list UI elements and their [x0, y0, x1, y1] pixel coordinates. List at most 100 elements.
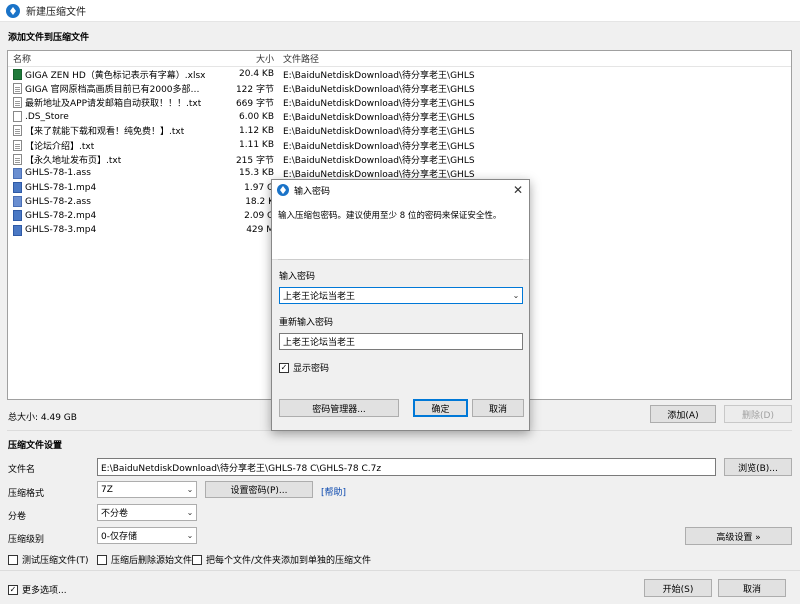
dialog-description: 输入压缩包密码。建议使用至少 8 位的密码来保证安全性。 [278, 211, 502, 221]
file-name: GIGA ZEN HD（黄色标记表示有字幕）.xlsx [25, 70, 206, 81]
text-file-icon [13, 153, 22, 165]
dialog-title: 输入密码 [294, 186, 331, 197]
format-select[interactable]: 7Z ⌄ [97, 481, 197, 498]
ok-button[interactable]: 确定 [413, 399, 468, 417]
password-dialog: 输入密码 ✕ 输入压缩包密码。建议使用至少 8 位的密码来保证安全性。 输入密码… [271, 179, 530, 431]
file-name: .DS_Store [25, 111, 69, 122]
column-size[interactable]: 大小 [208, 52, 280, 65]
level-label: 压缩级别 [8, 535, 45, 545]
delete-source-label: 压缩后删除源始文件 [111, 556, 193, 566]
test-archive-checkbox[interactable]: 测试压缩文件(T) [8, 553, 89, 566]
checkbox-box[interactable] [97, 554, 107, 565]
file-name-cell: GHLS-78-1.mp4 [8, 182, 208, 194]
format-label: 压缩格式 [8, 489, 45, 499]
file-name-cell: 最新地址及APP请发邮箱自动获取！！！.txt [8, 96, 208, 109]
show-password-label: 显示密码 [293, 364, 330, 374]
advanced-settings-button[interactable]: 高级设置 » [685, 527, 792, 545]
file-size: 1.97 G [244, 182, 274, 193]
set-password-button[interactable]: 设置密码(P)... [205, 481, 313, 498]
close-icon[interactable]: ✕ [513, 183, 523, 197]
delete-source-checkbox[interactable]: 压缩后删除源始文件 [97, 553, 192, 566]
file-row[interactable]: GIGA ZEN HD（黄色标记表示有字幕）.xlsx 20.4 KB E:\Bai… [8, 67, 791, 81]
chevron-down-icon[interactable]: ⌄ [510, 291, 522, 300]
text-file-icon [13, 139, 22, 151]
more-options-label: 更多选项... [22, 586, 67, 596]
password-manager-button[interactable]: 密码管理器... [279, 399, 399, 417]
split-label: 分卷 [8, 512, 27, 522]
text-file-icon [13, 82, 22, 94]
file-list-header: 名称 大小 文件路径 [8, 51, 791, 67]
file-size: 215 字节 [235, 155, 274, 166]
column-name[interactable]: 名称 [8, 52, 208, 65]
test-archive-label: 测试压缩文件(T) [22, 556, 89, 566]
file-row[interactable]: 【永久地址发布页】.txt 215 字节 E:\BaiduNetdiskDownlo… [8, 152, 791, 166]
password-value: 上老王论坛当老王 [283, 292, 356, 302]
delete-button[interactable]: 删除(D) [724, 405, 792, 423]
file-path: E:\BaiduNetdiskDownload\待分享老王\GHLS-7... [283, 169, 475, 180]
file-size: 18.2 K [245, 196, 274, 207]
subtitle-file-icon [13, 196, 22, 208]
file-row[interactable]: .DS_Store 6.00 KB E:\BaiduNetdiskDownload\… [8, 110, 791, 124]
checkbox-box[interactable]: ✓ [279, 362, 289, 373]
video-file-icon [13, 182, 22, 194]
file-size: 6.00 KB [239, 111, 274, 122]
dialog-cancel-button[interactable]: 取消 [472, 399, 524, 417]
help-link[interactable]: [帮助] [321, 485, 346, 498]
file-row[interactable]: 最新地址及APP请发邮箱自动获取！！！.txt 669 字节 E:\BaiduNet… [8, 95, 791, 109]
add-button[interactable]: 添加(A) [650, 405, 716, 423]
chevron-down-icon: ⌄ [186, 508, 194, 517]
file-path: E:\BaiduNetdiskDownload\待分享老王\GHLS-7... [283, 84, 475, 95]
file-path: E:\BaiduNetdiskDownload\待分享老王\GHLS-7... [283, 70, 475, 81]
file-name-cell: GHLS-78-1.ass [8, 167, 208, 179]
settings-section-label: 压缩文件设置 [8, 441, 63, 451]
separate-archives-label: 把每个文件/文件夹添加到单独的压缩文件 [206, 556, 372, 566]
app-logo-icon [6, 3, 20, 18]
file-path: E:\BaiduNetdiskDownload\待分享老王\GHLS-7... [283, 141, 475, 152]
cancel-button[interactable]: 取消 [718, 579, 786, 597]
more-options-checkbox[interactable]: ✓ 更多选项... [8, 583, 67, 596]
file-row[interactable]: 【来了就能下载和观看！纯免费！】.txt 1.12 KB E:\BaiduNetdi… [8, 124, 791, 138]
file-size: 20.4 KB [239, 69, 274, 80]
chevron-down-icon: ⌄ [186, 485, 194, 494]
level-value: 0-仅存储 [101, 532, 137, 542]
show-password-checkbox[interactable]: ✓ 显示密码 [279, 361, 329, 374]
browse-button[interactable]: 浏览(B)... [724, 458, 792, 476]
divider [0, 570, 800, 571]
file-name: 【永久地址发布页】.txt [25, 155, 122, 166]
start-button[interactable]: 开始(S) [644, 579, 712, 597]
file-name: GIGA 官网原档高画质目前已有2000多部。其中... [25, 84, 208, 95]
file-name-cell: 【论坛介绍】.txt [8, 139, 208, 152]
file-name: GHLS-78-1.ass [25, 168, 91, 179]
column-path[interactable]: 文件路径 [280, 52, 475, 65]
confirm-password-input[interactable]: 上老王论坛当老王 [279, 333, 523, 350]
file-path: E:\BaiduNetdiskDownload\待分享老王\GHLS-7... [283, 113, 475, 124]
total-size: 总大小: 4.49 GB [8, 413, 77, 423]
file-row[interactable]: 【论坛介绍】.txt 1.11 KB E:\BaiduNetdiskDownload… [8, 138, 791, 152]
filename-input[interactable]: E:\BaiduNetdiskDownload\待分享老王\GHLS-78 C\… [97, 458, 716, 476]
checkbox-box[interactable] [192, 554, 202, 565]
checkbox-box[interactable] [8, 554, 18, 565]
text-file-icon [13, 125, 22, 137]
window-title: 新建压缩文件 [26, 7, 86, 18]
dialog-description-area: 输入压缩包密码。建议使用至少 8 位的密码来保证安全性。 [272, 200, 529, 260]
level-select[interactable]: 0-仅存储 ⌄ [97, 527, 197, 544]
checkbox-box[interactable]: ✓ [8, 584, 18, 595]
file-name-cell: GHLS-78-2.ass [8, 196, 208, 208]
video-file-icon [13, 210, 22, 222]
file-name: GHLS-78-2.ass [25, 196, 91, 207]
format-value: 7Z [101, 484, 113, 495]
separate-archives-checkbox[interactable]: 把每个文件/文件夹添加到单独的压缩文件 [192, 553, 371, 566]
file-row[interactable]: GIGA 官网原档高画质目前已有2000多部。其中... 122 字节 E:\Bai… [8, 81, 791, 95]
split-select[interactable]: 不分卷 ⌄ [97, 504, 197, 521]
subtitle-file-icon [13, 167, 22, 179]
file-path: E:\BaiduNetdiskDownload\待分享老王\GHLS-7... [283, 155, 475, 166]
file-size: 15.3 KB [239, 168, 274, 179]
filename-label: 文件名 [8, 465, 36, 475]
file-size: 429 M [246, 225, 274, 236]
app-logo-icon [277, 184, 289, 196]
file-size: 1.11 KB [239, 140, 274, 151]
password-input[interactable]: 上老王论坛当老王 ⌄ [279, 287, 523, 304]
files-section-label: 添加文件到压缩文件 [8, 33, 90, 43]
file-size: 122 字节 [235, 84, 274, 95]
chevron-down-icon: ⌄ [186, 531, 194, 540]
